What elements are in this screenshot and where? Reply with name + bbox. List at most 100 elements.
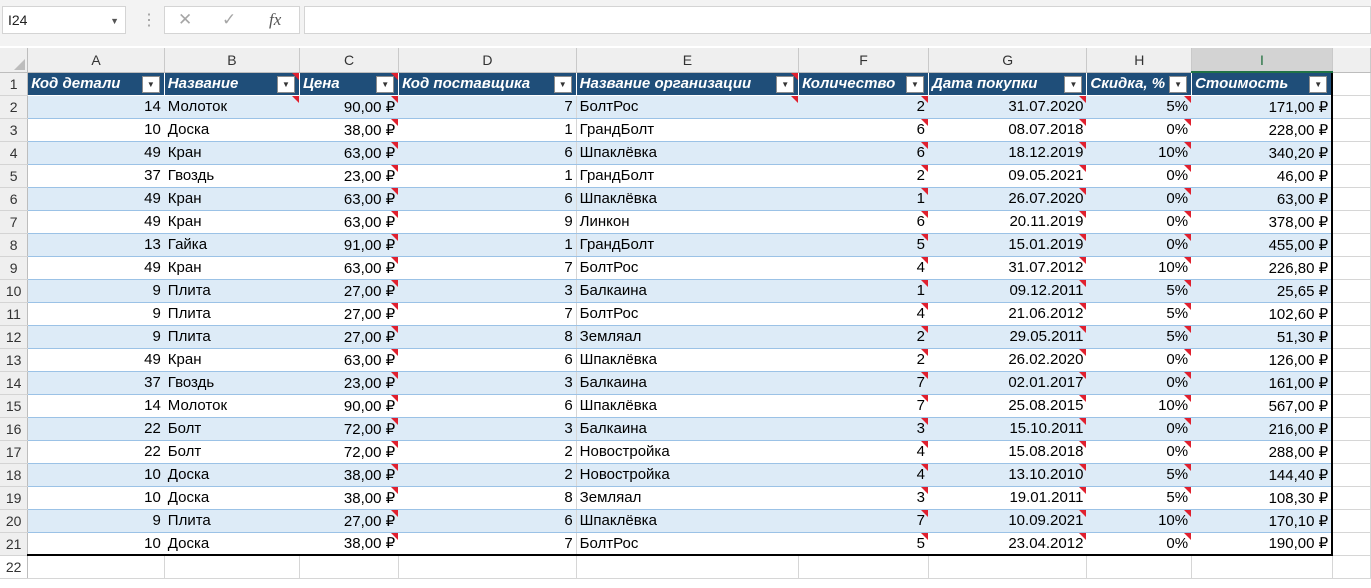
- table-cell[interactable]: Новостройка: [576, 440, 800, 464]
- empty-cell[interactable]: [1332, 417, 1371, 441]
- table-cell[interactable]: 51,30 ₽: [1191, 325, 1334, 349]
- empty-cell[interactable]: [1332, 371, 1371, 395]
- table-cell[interactable]: 63,00 ₽: [299, 187, 400, 211]
- chevron-down-icon[interactable]: ▼: [110, 16, 119, 26]
- table-cell[interactable]: 23,00 ₽: [299, 371, 400, 395]
- table-cell[interactable]: 25.08.2015: [928, 394, 1088, 418]
- table-cell[interactable]: 216,00 ₽: [1191, 417, 1334, 441]
- empty-cell[interactable]: [27, 555, 165, 579]
- table-cell[interactable]: 7: [798, 371, 929, 395]
- table-cell[interactable]: 08.07.2018: [928, 118, 1088, 142]
- table-cell[interactable]: 0%: [1086, 118, 1193, 142]
- table-cell[interactable]: 49: [27, 187, 165, 211]
- table-cell[interactable]: 126,00 ₽: [1191, 348, 1334, 372]
- table-cell[interactable]: 6: [398, 348, 577, 372]
- empty-cell[interactable]: [1086, 555, 1193, 579]
- filter-dropdown-icon[interactable]: ▼: [553, 75, 572, 93]
- table-cell[interactable]: 63,00 ₽: [299, 210, 400, 234]
- table-cell[interactable]: 1: [398, 118, 577, 142]
- table-cell[interactable]: 2: [798, 164, 929, 188]
- table-cell[interactable]: БолтРос: [576, 532, 800, 556]
- table-cell[interactable]: 20.11.2019: [928, 210, 1088, 234]
- table-cell[interactable]: Балкаина: [576, 371, 800, 395]
- table-cell[interactable]: 9: [27, 302, 165, 326]
- row-header[interactable]: 18: [0, 463, 29, 487]
- table-cell[interactable]: 19.01.2011: [928, 486, 1088, 510]
- table-cell[interactable]: 5%: [1086, 279, 1193, 303]
- table-cell[interactable]: Плита: [164, 279, 300, 303]
- table-cell[interactable]: 10%: [1086, 256, 1193, 280]
- table-cell[interactable]: Шпаклёвка: [576, 348, 800, 372]
- column-header-b[interactable]: B: [164, 48, 300, 73]
- empty-cell[interactable]: [1332, 187, 1371, 211]
- empty-cell[interactable]: [928, 555, 1088, 579]
- select-all-button[interactable]: [0, 48, 29, 73]
- check-icon[interactable]: ✓: [222, 10, 236, 30]
- row-header[interactable]: 14: [0, 371, 29, 395]
- table-cell[interactable]: 144,40 ₽: [1191, 463, 1334, 487]
- empty-cell[interactable]: [576, 555, 800, 579]
- table-cell[interactable]: 27,00 ₽: [299, 279, 400, 303]
- empty-cell[interactable]: [1332, 95, 1371, 119]
- row-header[interactable]: 9: [0, 256, 29, 280]
- table-cell[interactable]: 38,00 ₽: [299, 532, 400, 556]
- row-header[interactable]: 22: [0, 555, 29, 579]
- empty-cell[interactable]: [798, 555, 929, 579]
- table-cell[interactable]: Доска: [164, 118, 300, 142]
- table-cell[interactable]: 455,00 ₽: [1191, 233, 1334, 257]
- table-cell[interactable]: 46,00 ₽: [1191, 164, 1334, 188]
- table-cell[interactable]: Молоток: [164, 394, 300, 418]
- filter-dropdown-icon[interactable]: ▼: [1309, 76, 1328, 93]
- row-header[interactable]: 10: [0, 279, 29, 303]
- table-cell[interactable]: ГрандБолт: [576, 118, 800, 142]
- table-cell[interactable]: ГрандБолт: [576, 164, 800, 188]
- table-header-cell[interactable]: Стоимость ▼: [1191, 72, 1334, 96]
- table-cell[interactable]: 1: [398, 233, 577, 257]
- table-cell[interactable]: Плита: [164, 509, 300, 533]
- row-header[interactable]: 13: [0, 348, 29, 372]
- table-cell[interactable]: Доска: [164, 463, 300, 487]
- table-header-cell[interactable]: Скидка, % ▼: [1086, 72, 1193, 96]
- table-cell[interactable]: 22: [27, 417, 165, 441]
- empty-cell[interactable]: [1332, 348, 1371, 372]
- table-cell[interactable]: 2: [798, 325, 929, 349]
- empty-cell[interactable]: [1332, 325, 1371, 349]
- table-cell[interactable]: 378,00 ₽: [1191, 210, 1334, 234]
- row-header[interactable]: 17: [0, 440, 29, 464]
- empty-cell[interactable]: [299, 555, 400, 579]
- table-cell[interactable]: 7: [398, 532, 577, 556]
- row-header[interactable]: 7: [0, 210, 29, 234]
- filter-dropdown-icon[interactable]: ▼: [1064, 75, 1083, 93]
- table-cell[interactable]: Кран: [164, 210, 300, 234]
- table-cell[interactable]: 49: [27, 256, 165, 280]
- table-cell[interactable]: 23,00 ₽: [299, 164, 400, 188]
- table-header-cell[interactable]: Цена ▼: [299, 72, 400, 96]
- table-cell[interactable]: Кран: [164, 141, 300, 165]
- table-cell[interactable]: 4: [798, 256, 929, 280]
- column-header-a[interactable]: A: [27, 48, 165, 73]
- table-cell[interactable]: 14: [27, 95, 165, 119]
- row-header[interactable]: 16: [0, 417, 29, 441]
- table-cell[interactable]: Шпаклёвка: [576, 509, 800, 533]
- table-cell[interactable]: 171,00 ₽: [1191, 95, 1334, 119]
- table-cell[interactable]: 38,00 ₽: [299, 463, 400, 487]
- table-cell[interactable]: 26.07.2020: [928, 187, 1088, 211]
- table-cell[interactable]: 9: [398, 210, 577, 234]
- table-cell[interactable]: 288,00 ₽: [1191, 440, 1334, 464]
- table-cell[interactable]: Балкаина: [576, 279, 800, 303]
- row-header[interactable]: 5: [0, 164, 29, 188]
- column-header-extra[interactable]: [1332, 48, 1371, 73]
- table-cell[interactable]: 2: [798, 95, 929, 119]
- column-header-g[interactable]: G: [928, 48, 1088, 73]
- empty-cell[interactable]: [1332, 440, 1371, 464]
- table-cell[interactable]: 3: [398, 371, 577, 395]
- table-cell[interactable]: БолтРос: [576, 302, 800, 326]
- column-header-d[interactable]: D: [398, 48, 577, 73]
- table-cell[interactable]: 340,20 ₽: [1191, 141, 1334, 165]
- table-cell[interactable]: 0%: [1086, 532, 1193, 556]
- row-header[interactable]: 11: [0, 302, 29, 326]
- table-cell[interactable]: 10%: [1086, 509, 1193, 533]
- table-cell[interactable]: 5: [798, 233, 929, 257]
- table-cell[interactable]: Шпаклёвка: [576, 394, 800, 418]
- table-cell[interactable]: 567,00 ₽: [1191, 394, 1334, 418]
